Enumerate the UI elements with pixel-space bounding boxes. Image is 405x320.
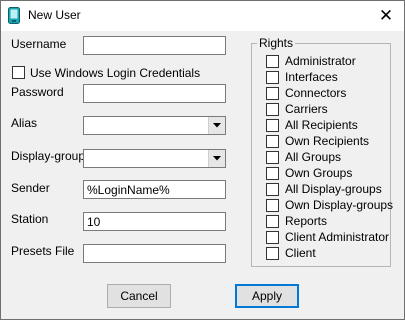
right-checkbox[interactable] xyxy=(266,247,279,260)
close-icon: ✕ xyxy=(378,6,394,25)
cancel-button-label: Cancel xyxy=(120,289,158,303)
right-checkbox[interactable] xyxy=(266,135,279,148)
station-input[interactable] xyxy=(83,212,226,231)
right-checkbox[interactable] xyxy=(266,119,279,132)
right-checkbox[interactable] xyxy=(266,167,279,180)
chevron-down-icon xyxy=(213,156,221,161)
username-input[interactable] xyxy=(83,36,226,55)
windows-login-checkbox[interactable] xyxy=(12,66,25,79)
alias-combobox[interactable] xyxy=(83,116,226,135)
new-user-dialog: New User ✕ Username Use Windows Login Cr… xyxy=(0,0,405,320)
right-checkbox[interactable] xyxy=(266,71,279,84)
apply-button[interactable]: Apply xyxy=(235,284,299,308)
right-label: Administrator xyxy=(285,54,356,68)
right-checkbox[interactable] xyxy=(266,87,279,100)
right-checkbox[interactable] xyxy=(266,55,279,68)
password-input[interactable] xyxy=(83,84,226,103)
rights-title: Rights xyxy=(257,36,296,50)
right-label: Own Display-groups xyxy=(285,198,394,212)
right-label: Own Recipients xyxy=(285,134,370,148)
sender-input[interactable] xyxy=(83,180,226,199)
right-checkbox[interactable] xyxy=(266,103,279,116)
station-label: Station xyxy=(11,212,49,226)
right-label: All Display-groups xyxy=(285,182,382,196)
window-title: New User xyxy=(28,8,81,22)
apply-button-label: Apply xyxy=(251,289,283,303)
display-group-label: Display-group xyxy=(11,149,86,163)
presets-file-input[interactable] xyxy=(83,244,226,263)
title-bar[interactable]: New User ✕ xyxy=(1,1,404,31)
right-checkbox[interactable] xyxy=(266,199,279,212)
alias-dropdown-button[interactable] xyxy=(208,117,225,134)
cancel-button[interactable]: Cancel xyxy=(107,284,171,308)
right-label: Reports xyxy=(285,214,328,228)
right-label: All Recipients xyxy=(285,118,358,132)
presets-file-label: Presets File xyxy=(11,244,75,258)
sender-label: Sender xyxy=(11,181,50,195)
right-checkbox[interactable] xyxy=(266,183,279,196)
password-label: Password xyxy=(11,85,64,99)
display-group-combobox[interactable] xyxy=(83,149,226,168)
username-label: Username xyxy=(11,37,67,51)
right-label: Client xyxy=(285,246,316,260)
app-icon xyxy=(8,7,20,24)
alias-label: Alias xyxy=(11,116,38,130)
right-label: All Groups xyxy=(285,150,342,164)
right-label: Interfaces xyxy=(285,70,338,84)
right-checkbox[interactable] xyxy=(266,231,279,244)
right-checkbox[interactable] xyxy=(266,215,279,228)
display-group-dropdown-button[interactable] xyxy=(208,150,225,167)
right-label: Carriers xyxy=(285,102,328,116)
right-label: Connectors xyxy=(285,86,347,100)
chevron-down-icon xyxy=(213,123,221,128)
windows-login-label: Use Windows Login Credentials xyxy=(30,66,201,80)
right-checkbox[interactable] xyxy=(266,151,279,164)
right-label: Own Groups xyxy=(285,166,353,180)
close-button[interactable]: ✕ xyxy=(368,1,404,31)
right-label: Client Administrator xyxy=(285,230,390,244)
